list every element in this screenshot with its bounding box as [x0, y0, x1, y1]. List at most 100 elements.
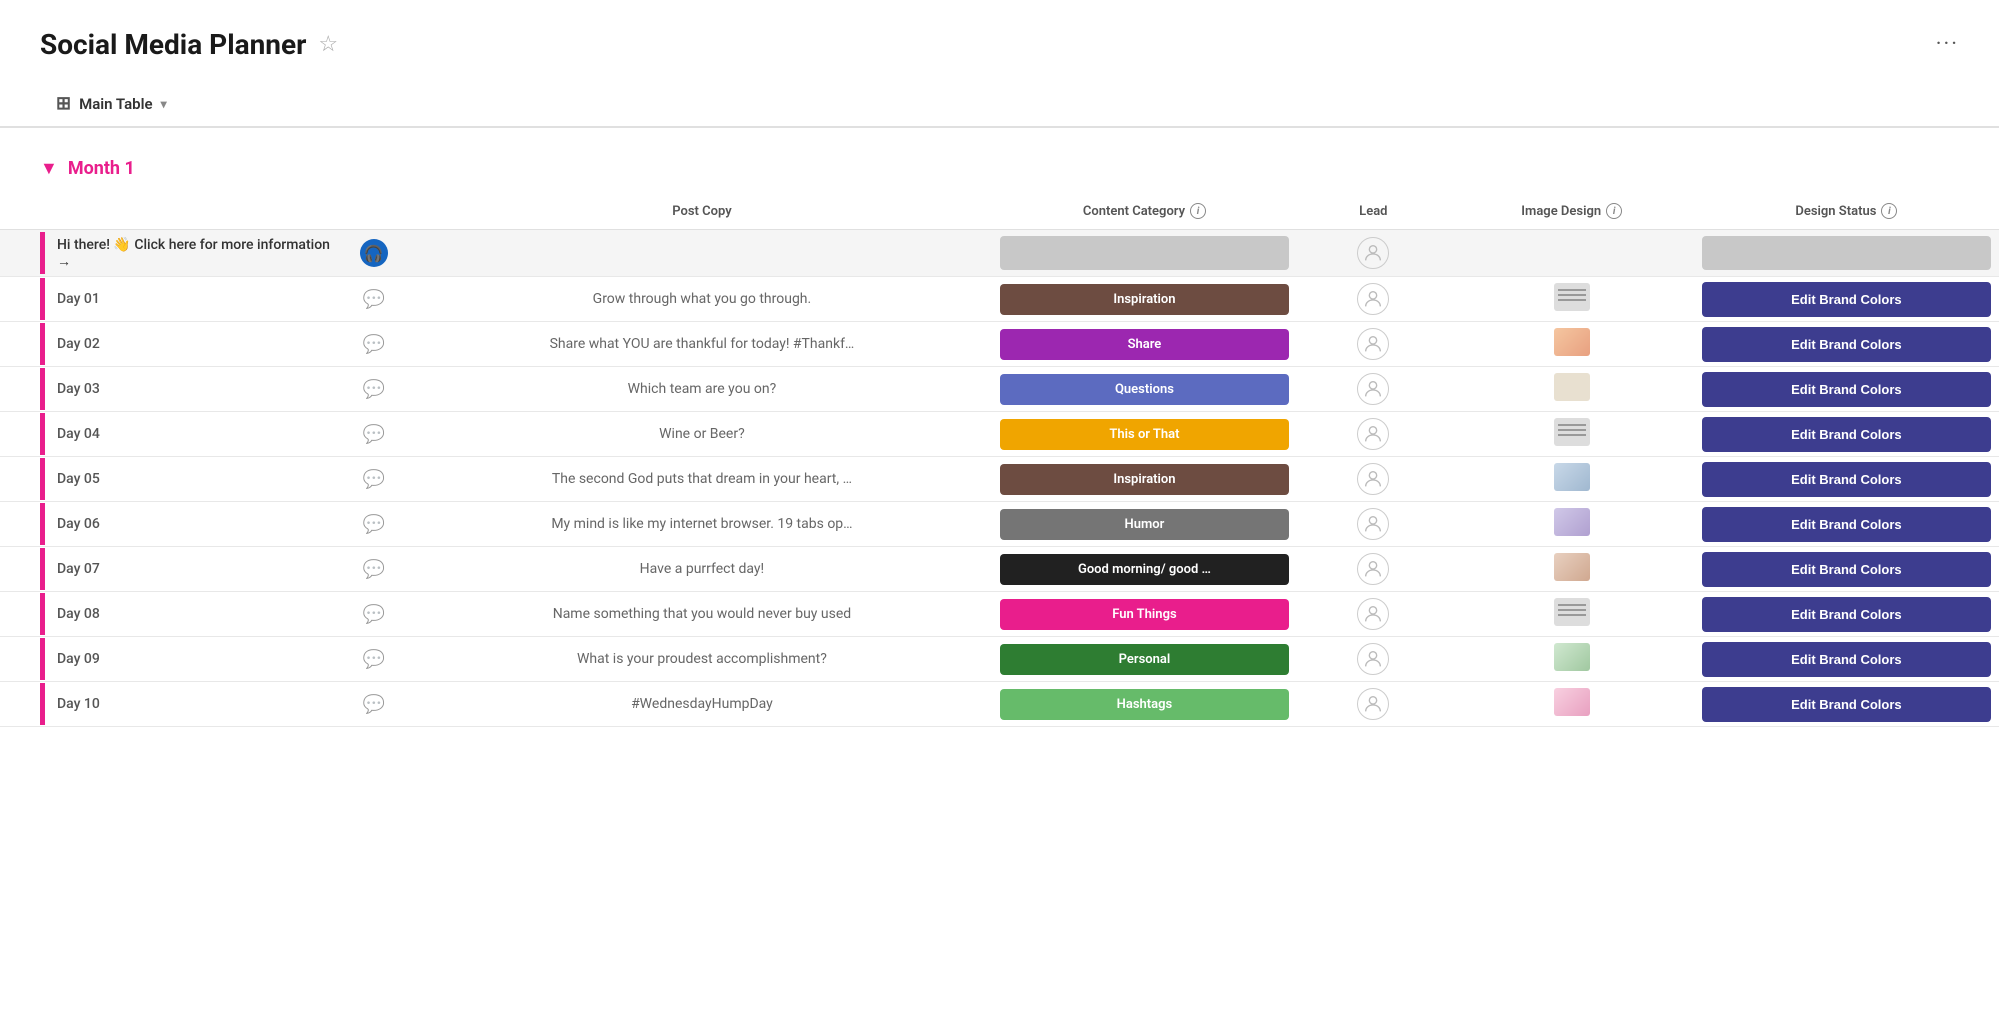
row-name-text: Day 05	[53, 471, 100, 487]
cell-content-category: Hashtags	[992, 682, 1297, 727]
col-header-lead: Lead	[1297, 193, 1450, 230]
group-collapse-icon[interactable]: ▼	[40, 158, 58, 179]
comment-icon[interactable]: 💬	[363, 469, 385, 490]
comment-icon[interactable]: 💬	[363, 559, 385, 580]
row-name-text: Hi there! 👋 Click here for more informat…	[53, 237, 336, 270]
cell-lead	[1297, 547, 1450, 592]
col-header-post-copy: Post Copy	[412, 193, 992, 230]
comment-icon[interactable]: 💬	[363, 649, 385, 670]
cell-row-name: Day 03	[0, 367, 336, 412]
cell-post-copy	[412, 230, 992, 277]
star-icon[interactable]: ☆	[318, 32, 338, 57]
cell-post-copy: My mind is like my internet browser. 19 …	[412, 502, 992, 547]
cell-design-status: Edit Brand Colors	[1694, 682, 1999, 727]
image-thumbnail	[1554, 373, 1590, 401]
cell-row-name: Day 06	[0, 502, 336, 547]
cell-comment: 💬	[336, 412, 412, 457]
cell-post-copy: #WednesdayHumpDay	[412, 682, 992, 727]
cell-design-status: Edit Brand Colors	[1694, 592, 1999, 637]
cell-design-status: Edit Brand Colors	[1694, 322, 1999, 367]
app-title: Social Media Planner	[40, 28, 306, 61]
avatar	[1357, 418, 1389, 450]
cell-comment: 💬	[336, 322, 412, 367]
cell-comment: 💬	[336, 367, 412, 412]
cell-image-design	[1450, 412, 1694, 457]
cell-post-copy: What is your proudest accomplishment?	[412, 637, 992, 682]
edit-brand-colors-button[interactable]: Edit Brand Colors	[1702, 507, 1991, 542]
cell-row-name: Day 04	[0, 412, 336, 457]
edit-brand-colors-button[interactable]: Edit Brand Colors	[1702, 552, 1991, 587]
comment-icon[interactable]: 💬	[363, 334, 385, 355]
edit-brand-colors-button[interactable]: Edit Brand Colors	[1702, 642, 1991, 677]
cell-content-category: Humor	[992, 502, 1297, 547]
cell-comment: 💬	[336, 637, 412, 682]
content-category-badge: Inspiration	[1000, 464, 1289, 495]
avatar	[1357, 463, 1389, 495]
cell-design-status: Edit Brand Colors	[1694, 637, 1999, 682]
table-header-row: Post Copy Content Category i Lead Image …	[0, 193, 1999, 230]
image-thumbnail	[1554, 508, 1590, 536]
table-row: Day 07💬Have a purrfect day!Good morning/…	[0, 547, 1999, 592]
row-name-text: Day 01	[53, 291, 100, 307]
content-category-badge: Fun Things	[1000, 599, 1289, 630]
cell-row-name: Day 09	[0, 637, 336, 682]
cell-comment: 💬	[336, 457, 412, 502]
table-row: Day 02💬Share what YOU are thankful for t…	[0, 322, 1999, 367]
row-left-border	[40, 638, 45, 680]
edit-brand-colors-button[interactable]: Edit Brand Colors	[1702, 372, 1991, 407]
avatar	[1357, 598, 1389, 630]
content-category-info-icon[interactable]: i	[1190, 203, 1206, 219]
cell-comment: 💬	[336, 277, 412, 322]
comment-icon[interactable]: 💬	[363, 514, 385, 535]
cell-design-status: Edit Brand Colors	[1694, 502, 1999, 547]
cell-image-design	[1450, 277, 1694, 322]
cell-content-category: Good morning/ good …	[992, 547, 1297, 592]
edit-brand-colors-button[interactable]: Edit Brand Colors	[1702, 462, 1991, 497]
table-row: Day 05💬The second God puts that dream in…	[0, 457, 1999, 502]
avatar	[1357, 373, 1389, 405]
comment-icon[interactable]: 💬	[363, 424, 385, 445]
image-thumbnail	[1554, 598, 1590, 626]
row-left-border	[40, 503, 45, 545]
avatar	[1357, 237, 1389, 269]
row-left-border	[40, 458, 45, 500]
avatar	[1357, 553, 1389, 585]
edit-brand-colors-button[interactable]: Edit Brand Colors	[1702, 327, 1991, 362]
app-header: Social Media Planner ☆ ···	[0, 0, 1999, 77]
row-left-border	[40, 413, 45, 455]
row-left-border	[40, 323, 45, 365]
col-header-comment	[336, 193, 412, 230]
main-table-tab[interactable]: ⊞ Main Table ▾	[40, 85, 183, 126]
edit-brand-colors-button[interactable]: Edit Brand Colors	[1702, 417, 1991, 452]
table-row: Day 10💬#WednesdayHumpDayHashtagsEdit Bra…	[0, 682, 1999, 727]
headphone-icon[interactable]: 🎧	[360, 239, 388, 267]
edit-brand-colors-button[interactable]: Edit Brand Colors	[1702, 597, 1991, 632]
avatar	[1357, 508, 1389, 540]
comment-icon[interactable]: 💬	[363, 694, 385, 715]
table-row: Day 04 💬 Wine or Beer?This or That Edit Bra…	[0, 412, 1999, 457]
image-design-info-icon[interactable]: i	[1606, 203, 1622, 219]
row-left-border	[40, 278, 45, 320]
cell-post-copy: Wine or Beer?	[412, 412, 992, 457]
edit-brand-colors-button[interactable]: Edit Brand Colors	[1702, 282, 1991, 317]
cell-comment: 💬	[336, 547, 412, 592]
main-content: ▼ Month 1 Post Copy Content Category i	[0, 128, 1999, 727]
comment-icon[interactable]: 💬	[363, 379, 385, 400]
edit-brand-colors-button[interactable]: Edit Brand Colors	[1702, 687, 1991, 722]
table-row: Day 01💬Grow through what you go through.…	[0, 277, 1999, 322]
row-name-text: Day 09	[53, 651, 100, 667]
content-category-badge: Hashtags	[1000, 689, 1289, 720]
cell-post-copy: Share what YOU are thankful for today! #…	[412, 322, 992, 367]
design-status-info-icon[interactable]: i	[1881, 203, 1897, 219]
row-name-text: Day 03	[53, 381, 100, 397]
avatar	[1357, 643, 1389, 675]
view-bar: ⊞ Main Table ▾	[0, 77, 1999, 128]
comment-icon[interactable]: 💬	[363, 289, 385, 310]
more-menu-icon[interactable]: ···	[1936, 32, 1959, 57]
comment-icon[interactable]: 💬	[363, 604, 385, 625]
image-thumbnail	[1554, 283, 1590, 311]
cell-content-category: This or That	[992, 412, 1297, 457]
col-header-design-status: Design Status i	[1694, 193, 1999, 230]
table-row: Day 09 💬 What is your proudest accomplishm…	[0, 637, 1999, 682]
cell-image-design	[1450, 230, 1694, 277]
